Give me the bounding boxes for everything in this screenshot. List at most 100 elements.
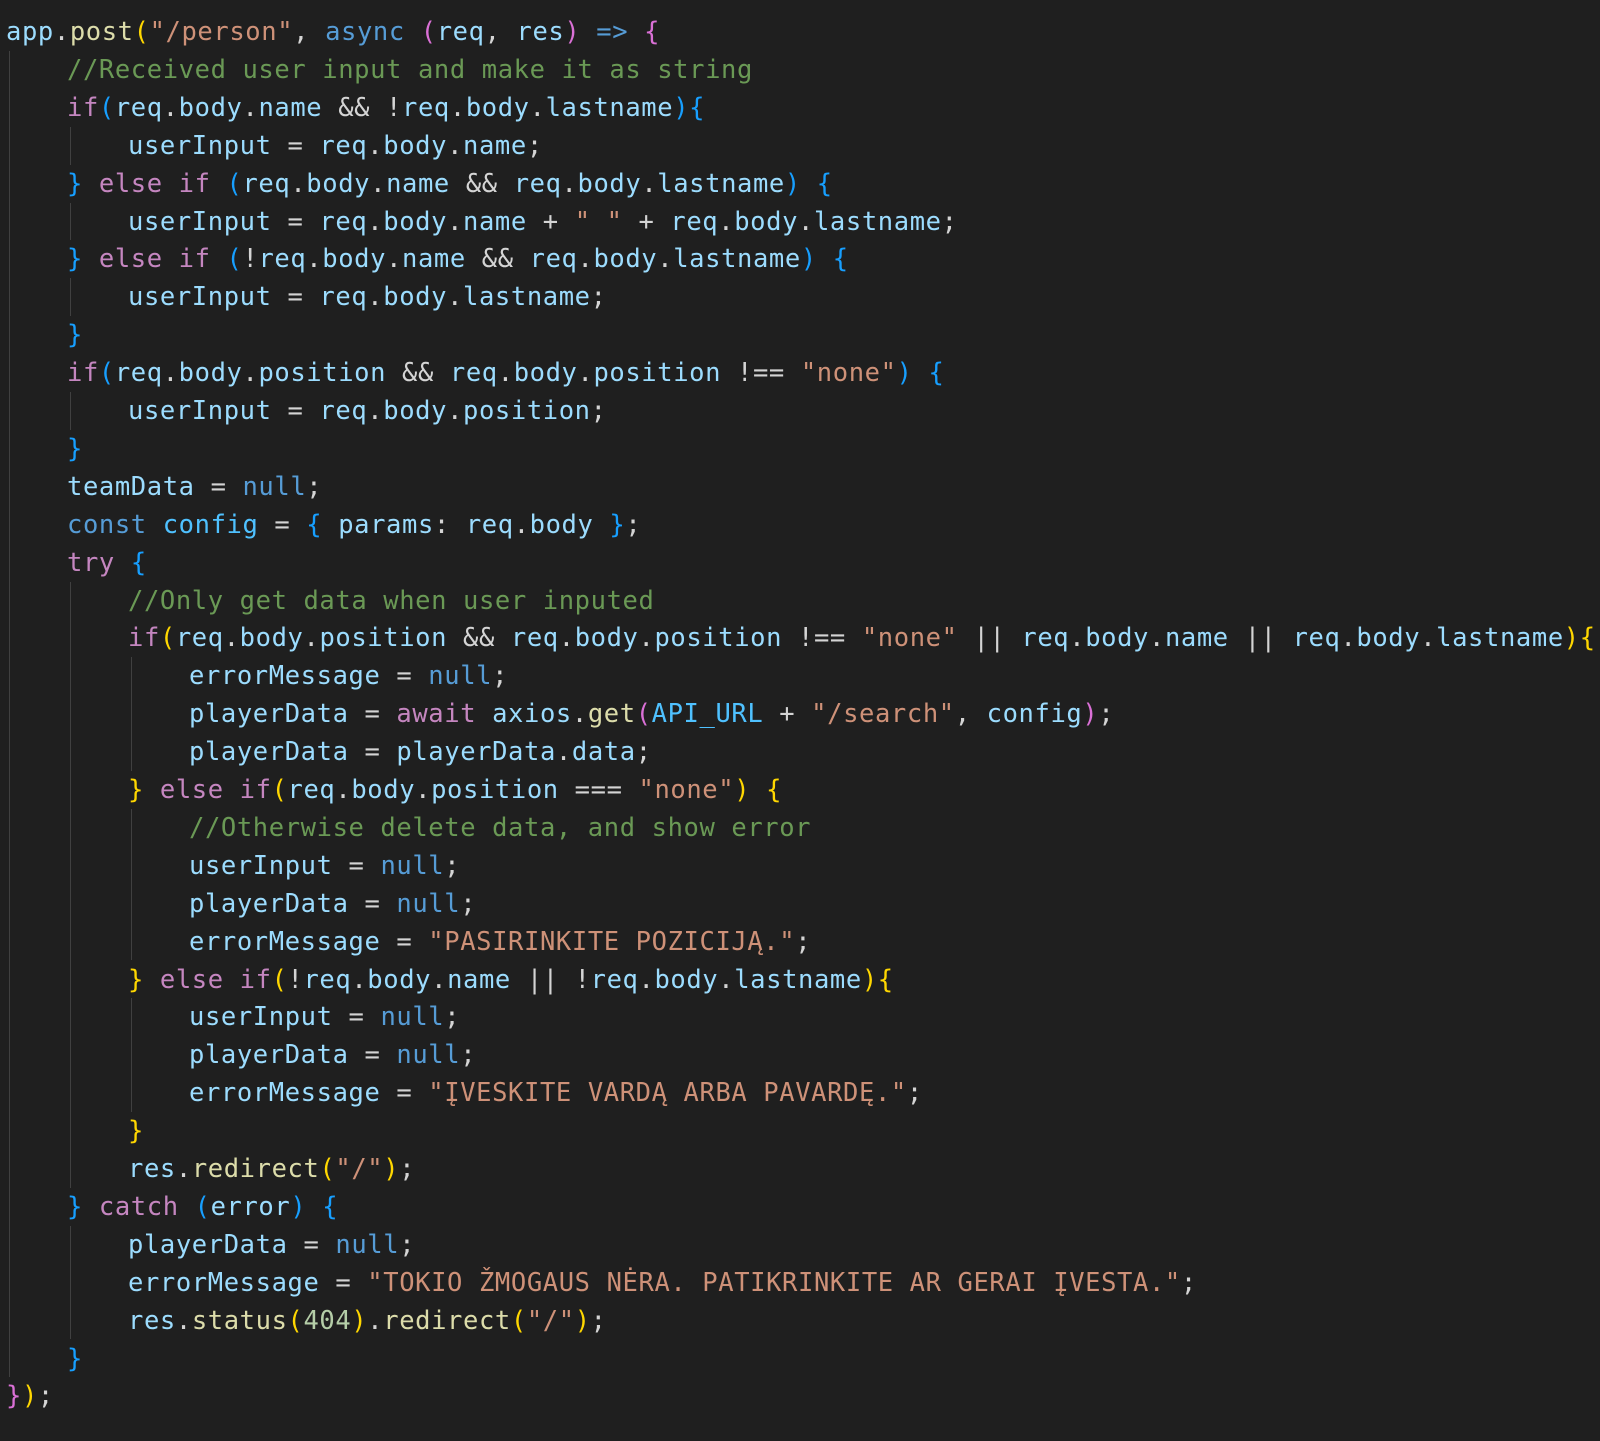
code-token: req [402,92,450,123]
code-token: req [510,623,559,654]
code-token: ; [906,1078,923,1109]
code-line: } [67,1340,83,1379]
code-token: req [529,244,578,275]
indent-guide [70,1225,71,1340]
code-token: . [175,1305,192,1336]
indent-guide [70,581,71,1188]
code-line: res.status(404).redirect("/"); [128,1302,607,1341]
code-token: , [484,17,517,47]
code-token: playerData [189,699,349,730]
code-token: userInput [189,1002,333,1033]
code-token: ; [1098,699,1115,730]
code-token: req [114,92,163,123]
code-token: if [67,92,99,123]
code-token: if [178,244,211,275]
code-token: + [763,699,812,730]
code-token: . [367,1305,384,1336]
code-token: . [303,623,320,654]
code-token: status [191,1305,288,1336]
code-token: body [322,244,387,275]
code-token: const [67,509,147,540]
code-token: . [242,358,259,389]
code-token: = [348,737,397,768]
code-token: ; [460,1040,477,1071]
code-token: req [513,168,562,199]
code-token: { [689,92,706,123]
code-token: req [114,358,163,389]
code-token: } [609,509,626,540]
code-token: userInput [189,850,333,881]
code-token: ) [896,358,913,389]
code-line: }); [6,1377,54,1416]
code-line: if(req.body.position && req.body.positio… [67,354,944,393]
code-token: "none" [861,623,958,654]
code-token: . [555,737,572,768]
code-token: . [497,358,514,389]
code-line: } [67,430,83,469]
code-token: body [574,623,639,654]
code-token: lastname [463,282,591,313]
code-token: { [877,964,894,995]
code-token: ( [271,775,288,805]
code-token: position [654,623,783,654]
code-token: = [258,509,307,540]
code-token: . [577,358,594,389]
code-token: userInput [128,206,272,237]
code-token: = [194,471,243,502]
code-line: playerData = null; [128,1226,415,1265]
code-line: //Otherwise delete data, and show error [189,809,811,848]
code-token: . [641,168,658,199]
code-token: ; [1180,1267,1197,1298]
code-token: ( [635,699,652,730]
code-token: ( [319,1154,336,1184]
code-token: req [258,244,307,275]
code-line: errorMessage = "ĮVESKITE VARDĄ ARBA PAVA… [189,1074,923,1113]
code-token: ) [351,1305,368,1336]
code-line: userInput = req.body.position; [128,392,607,431]
code-token: ; [941,206,958,237]
code-token: } [67,244,83,275]
code-token: = [380,1078,429,1109]
indent-guide [70,278,71,317]
code-token: ) [861,964,878,995]
code-token: name [447,964,511,995]
code-token: . [162,358,179,389]
code-token: API_URL [651,699,764,730]
code-token: "none" [638,775,735,805]
code-token: if [128,623,160,654]
code-line: const config = { params: req.body }; [67,506,641,545]
code-token: . [351,964,368,995]
code-token: = [271,396,320,426]
code-token: body [734,206,799,237]
code-token: app [6,17,54,47]
code-token: = [348,1040,397,1071]
code-token: playerData [189,1040,349,1071]
code-token: body [1085,623,1149,654]
code-token: . [638,964,655,995]
code-token: //Only get data when user inputed [128,585,655,616]
code-token: redirect [191,1154,320,1184]
code-token: ; [625,509,642,540]
code-token: req [319,282,368,313]
code-token: async [325,17,405,47]
code-editor[interactable]: app.post("/person", async (req, res) => … [0,0,1600,1441]
code-line: } [128,1112,144,1151]
code-token: position [319,623,448,654]
code-token: = [348,699,397,730]
code-token: = [271,282,320,313]
code-token: await [396,699,477,730]
code-token: . [306,244,323,275]
code-token: { [766,775,783,805]
code-token: . [638,623,655,654]
code-token: "TOKIO ŽMOGAUS NĖRA. PATIKRINKITE AR GER… [367,1267,1181,1298]
code-token: ( [420,17,437,47]
code-token: . [558,623,575,654]
code-token: body [383,130,448,161]
code-token: req [590,964,639,995]
code-token: . [577,244,594,275]
